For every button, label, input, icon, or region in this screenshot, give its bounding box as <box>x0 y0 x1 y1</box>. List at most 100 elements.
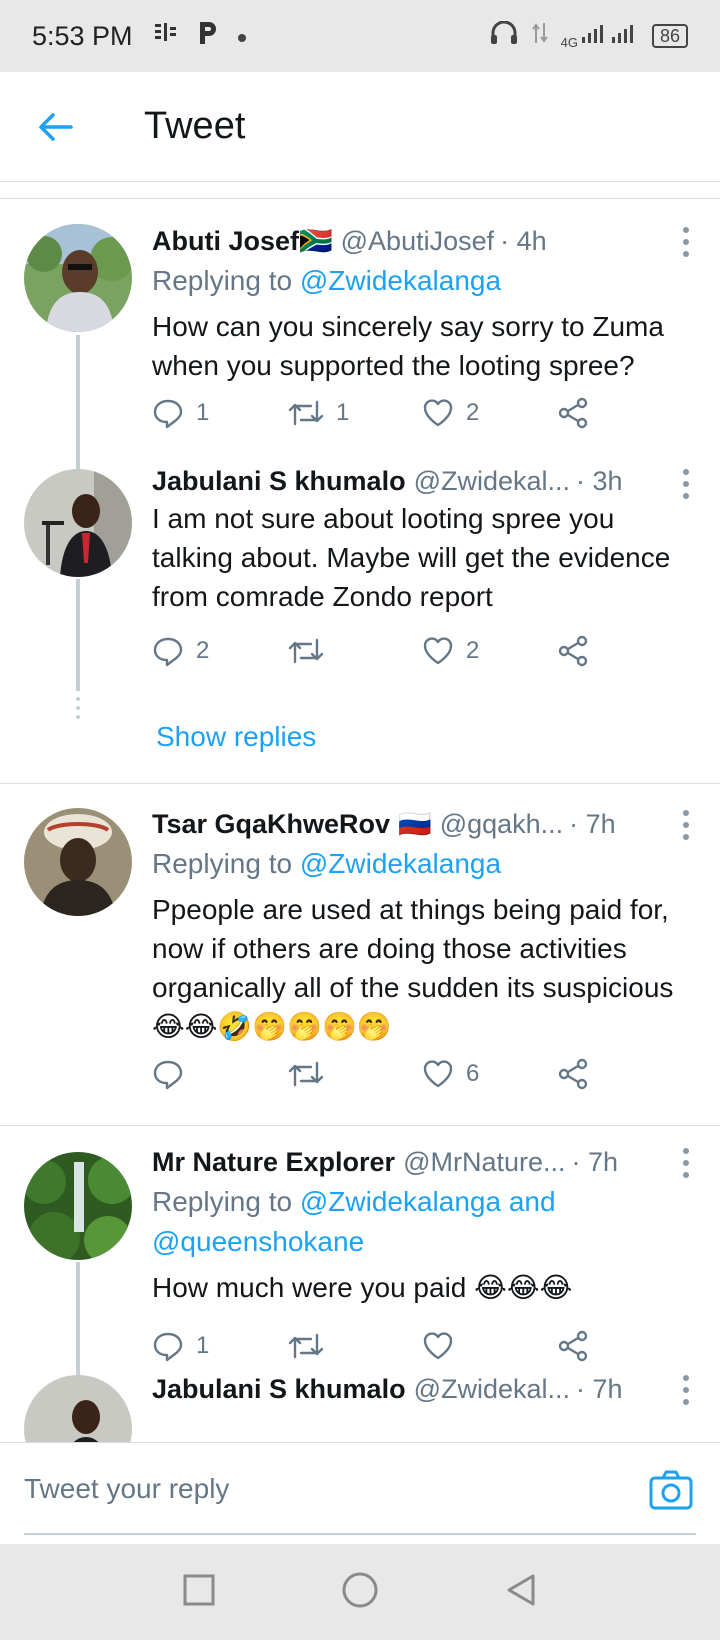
nav-square-icon[interactable] <box>181 1572 217 1613</box>
thread-line <box>76 579 80 691</box>
user-handle[interactable]: @gqakh... <box>440 809 563 840</box>
retweet-button[interactable] <box>288 631 336 671</box>
replying-to-link[interactable]: @Zwidekalanga <box>300 848 501 879</box>
composer-underline <box>24 1533 696 1535</box>
replying-to: Replying to @Zwidekalanga and @queenshok… <box>152 1182 572 1262</box>
tweet-actions: 2 2 <box>152 631 612 671</box>
reply-icon <box>153 637 183 667</box>
share-icon <box>558 635 588 667</box>
tweet-header: Tsar GqaKhweRov 🇷🇺 @gqakh... · 7h <box>152 804 700 844</box>
display-name[interactable]: Mr Nature Explorer <box>152 1147 395 1178</box>
avatar[interactable] <box>24 1152 132 1260</box>
like-button[interactable]: 2 <box>422 393 479 433</box>
tweet[interactable]: Abuti Josef 🇿🇦 @AbutiJosef · 4h Replying… <box>0 199 720 752</box>
share-button[interactable] <box>558 393 590 433</box>
user-handle[interactable]: @AbutiJosef <box>341 226 494 257</box>
tweet-actions: 1 1 2 <box>152 393 612 433</box>
user-handle[interactable]: @Zwidekal... <box>414 466 570 497</box>
display-name[interactable]: Jabulani S khumalo <box>152 466 406 497</box>
headset-icon <box>489 20 519 51</box>
camera-button[interactable] <box>646 1465 696 1515</box>
signal-icon <box>580 21 640 51</box>
avatar[interactable] <box>24 224 132 332</box>
user-handle[interactable]: @MrNature... <box>403 1147 565 1178</box>
reply-count: 2 <box>196 637 210 664</box>
more-icon[interactable] <box>676 227 696 257</box>
reply-input[interactable] <box>24 1453 644 1525</box>
replying-prefix: Replying to <box>152 265 300 296</box>
battery-icon: 86 <box>651 24 688 48</box>
share-button[interactable] <box>558 631 590 671</box>
flag-emoji: 🇷🇺 <box>398 809 432 839</box>
show-replies-link[interactable]: Show replies <box>156 721 316 753</box>
retweet-button[interactable] <box>288 1326 336 1366</box>
replying-to-link[interactable]: @Zwidekalanga <box>300 265 501 296</box>
more-icon[interactable] <box>676 1375 696 1405</box>
timestamp: · 7h <box>569 808 616 839</box>
display-name[interactable]: Abuti Josef <box>152 226 299 257</box>
thread-line <box>76 335 80 485</box>
share-button[interactable] <box>558 1054 590 1094</box>
status-bar: 5:53 PM 4G 86 <box>0 0 720 72</box>
replies-timeline[interactable]: Abuti Josef 🇿🇦 @AbutiJosef · 4h Replying… <box>0 198 720 1442</box>
reply-count: 1 <box>196 1332 210 1359</box>
tweet[interactable]: Tsar GqaKhweRov 🇷🇺 @gqakh... · 7h Replyi… <box>0 784 720 1124</box>
nav-back-icon[interactable] <box>503 1572 539 1613</box>
avatar[interactable] <box>24 1375 132 1442</box>
retweet-button[interactable] <box>288 1054 336 1094</box>
back-button[interactable] <box>0 72 110 182</box>
like-icon <box>423 399 453 427</box>
share-icon <box>558 1330 588 1362</box>
camera-icon <box>649 1470 693 1510</box>
nav-circle-icon[interactable] <box>340 1570 380 1615</box>
display-name[interactable]: Tsar GqaKhweRov <box>152 809 390 840</box>
tweet-actions: 1 <box>152 1326 612 1366</box>
like-count: 2 <box>466 399 480 426</box>
flag-emoji: 🇿🇦 <box>299 226 333 256</box>
retweet-button[interactable]: 1 <box>288 393 349 433</box>
parking-icon <box>197 20 219 53</box>
reply-button[interactable] <box>152 1054 196 1094</box>
reply-icon <box>153 1332 183 1362</box>
tweet[interactable]: Jabulani S khumalo @Zwidekal... · 7h <box>0 1374 720 1442</box>
reply-button[interactable]: 1 <box>152 1326 209 1366</box>
more-icon[interactable] <box>676 469 696 499</box>
like-button[interactable] <box>422 1326 466 1366</box>
display-name[interactable]: Jabulani S khumalo <box>152 1374 406 1405</box>
back-arrow-icon <box>39 112 73 141</box>
tweet-header: Jabulani S khumalo @Zwidekal... · 3h <box>152 461 700 501</box>
timestamp: · 3h <box>576 465 623 496</box>
reply-button[interactable]: 2 <box>152 631 209 671</box>
data-transfer-icon <box>531 21 549 51</box>
retweet-icon <box>288 1333 324 1359</box>
replying-to: Replying to @Zwidekalanga <box>152 844 696 884</box>
retweet-icon <box>288 1061 324 1087</box>
notification-dot-icon <box>237 22 247 50</box>
replying-prefix: Replying to <box>152 1186 300 1217</box>
reply-icon <box>153 1060 183 1090</box>
app-header: Tweet <box>0 72 720 182</box>
replying-prefix: Replying to <box>152 848 300 879</box>
reply-button[interactable]: 1 <box>152 393 209 433</box>
more-icon[interactable] <box>676 1148 696 1178</box>
like-icon <box>423 1332 453 1360</box>
tweet-actions: 6 <box>152 1054 612 1094</box>
more-icon[interactable] <box>676 810 696 840</box>
reply-composer <box>0 1442 720 1544</box>
user-handle[interactable]: @Zwidekal... <box>414 1374 570 1405</box>
page-title: Tweet <box>144 105 246 147</box>
replying-to: Replying to @Zwidekalanga <box>152 261 696 301</box>
share-icon <box>558 397 588 429</box>
reply-icon <box>153 399 183 429</box>
retweet-count: 1 <box>336 399 350 426</box>
avatar[interactable] <box>24 808 132 916</box>
tweet-text: How can you sincerely say sorry to Zuma … <box>152 311 664 381</box>
timestamp: · 4h <box>500 225 547 256</box>
avatar[interactable] <box>24 469 132 577</box>
share-button[interactable] <box>558 1326 590 1366</box>
tweet-text: Ppeople are used at things being paid fo… <box>152 894 674 1042</box>
tweet-header: Mr Nature Explorer @MrNature... · 7h <box>152 1142 700 1182</box>
like-button[interactable]: 2 <box>422 631 479 671</box>
tweet-text: I am not sure about looting spree you ta… <box>152 503 671 612</box>
like-button[interactable]: 6 <box>422 1054 479 1094</box>
